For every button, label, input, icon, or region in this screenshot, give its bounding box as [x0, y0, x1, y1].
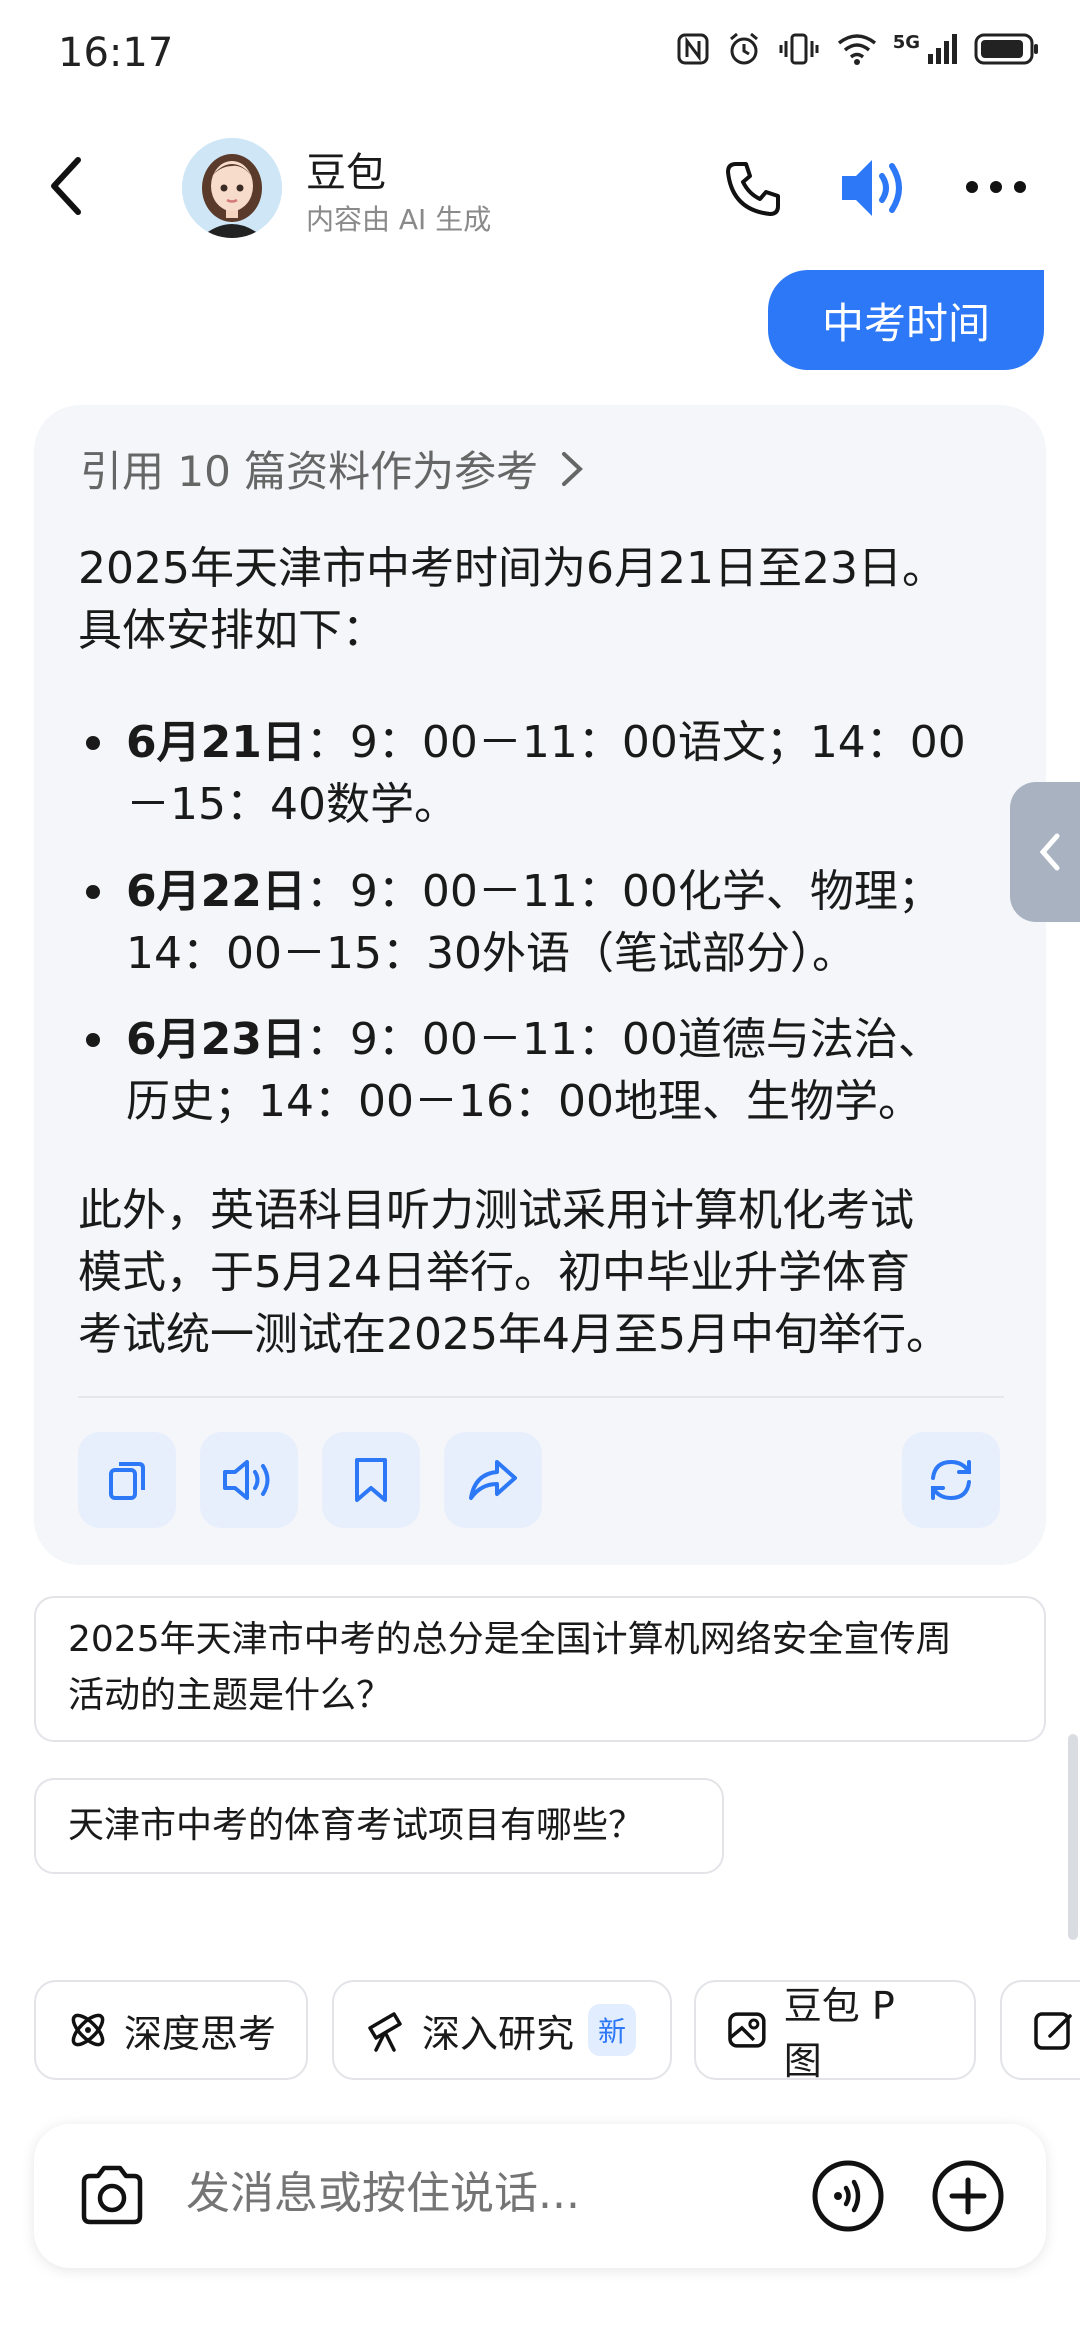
camera-button[interactable]: [78, 2164, 146, 2228]
chevron-left-icon: [1039, 833, 1060, 871]
answer-outro-line-2: 模式，于5月24日举行。初中毕业升学体育: [78, 1247, 910, 1298]
schedule-item-1-date: 6月21日: [126, 717, 306, 768]
speaker-outline-icon: [223, 1460, 270, 1500]
nfc-icon: [677, 33, 709, 65]
bookmark-icon: [355, 1458, 387, 1502]
writing-button[interactable]: [1000, 1980, 1080, 2080]
back-arrow-icon: [51, 157, 81, 215]
phone-icon: [726, 162, 780, 216]
vibrate-icon: [779, 33, 819, 65]
read-aloud-button[interactable]: [200, 1432, 298, 1528]
schedule-item-3-line-2: 历史；14：00－16：00地理、生物学。: [126, 1076, 922, 1127]
schedule-item-2-text-1: ：9：00－11：00化学、物理；: [305, 866, 942, 917]
answer-intro-line-1: 2025年天津市中考时间为6月21日至23日。: [78, 543, 946, 594]
more-icon: [966, 181, 1026, 193]
user-message-bubble[interactable]: 中考时间: [768, 270, 1044, 370]
suggested-question[interactable]: 2025年天津市中考的总分是全国计算机网络安全宣传周 活动的主题是什么？: [34, 1596, 1046, 1742]
suggestion-1-line-2: 活动的主题是什么？: [68, 1675, 393, 1716]
network-type: 5G: [892, 31, 920, 53]
refresh-icon: [931, 1459, 971, 1501]
references-label: 引用 10 篇资料作为参考: [80, 447, 539, 496]
plus-icon: [932, 2160, 1004, 2232]
deep-research-label: 深入研究: [422, 2011, 575, 2056]
image-edit-button[interactable]: 豆包 P 图: [694, 1980, 976, 2083]
regenerate-button[interactable]: [902, 1432, 1000, 1528]
deep-thinking-label: 深度思考: [124, 2011, 277, 2056]
signal-icon: [928, 34, 957, 64]
card-divider: [78, 1396, 1004, 1398]
schedule-item-1-line-1: 6月21日：9：00－11：00语文；14：00: [126, 712, 966, 774]
suggestion-2-line-1: 天津市中考的体育考试项目有哪些？: [68, 1805, 645, 1846]
speaker-icon: [842, 160, 902, 216]
schedule-item-3-line-1: 6月23日：9：00－11：00道德与法治、: [126, 1009, 942, 1071]
add-attachment-button[interactable]: [930, 2158, 1006, 2234]
scrollbar[interactable]: [1068, 1734, 1078, 1940]
more-options-button[interactable]: [964, 172, 1028, 202]
wifi-icon: [837, 34, 876, 65]
message-input[interactable]: [186, 2168, 786, 2219]
status-icons: 5G: [675, 30, 1040, 68]
suggestion-1-line-1: 2025年天津市中考的总分是全国计算机网络安全宣传周: [68, 1619, 952, 1660]
schedule-item-3-text-1: ：9：00－11：00道德与法治、: [305, 1014, 942, 1065]
answer-outro-line-1: 此外，英语科目听力测试采用计算机化考试: [78, 1185, 914, 1236]
suggested-question[interactable]: 天津市中考的体育考试项目有哪些？: [34, 1778, 724, 1874]
back-button[interactable]: [40, 150, 96, 222]
image-edit-icon: [728, 2012, 766, 2048]
schedule-item-2-date: 6月22日: [126, 866, 306, 917]
voice-wave-icon: [812, 2160, 884, 2232]
deep-thinking-button[interactable]: 深度思考: [34, 1980, 308, 2080]
edit-icon: [1034, 2012, 1072, 2050]
references-link[interactable]: 引用 10 篇资料作为参考: [80, 438, 584, 499]
camera-icon: [81, 2165, 143, 2225]
schedule-item-3-date: 6月23日: [126, 1014, 306, 1065]
schedule-item-2-line-1: 6月22日：9：00－11：00化学、物理；: [126, 861, 942, 923]
copy-button[interactable]: [78, 1432, 176, 1528]
schedule-item-1-text-1: ：9：00－11：00语文；14：00: [305, 717, 966, 768]
bullet-dot: [86, 736, 100, 750]
copy-icon: [109, 1462, 145, 1500]
answer-outro-line-3: 考试统一测试在2025年4月至5月中旬举行。: [78, 1309, 950, 1360]
answer-intro-line-2: 具体安排如下：: [78, 605, 386, 656]
read-aloud-toggle[interactable]: [836, 152, 912, 224]
side-panel-handle[interactable]: [1010, 782, 1080, 922]
battery-icon: [974, 33, 1038, 65]
voice-call-button[interactable]: [810, 2158, 886, 2234]
telescope-icon: [368, 2012, 402, 2052]
deep-research-button[interactable]: 深入研究 新: [332, 1980, 672, 2080]
chevron-right-icon: [562, 451, 584, 486]
avatar-image: [182, 138, 282, 238]
share-icon: [469, 1460, 517, 1500]
new-badge: 新: [588, 2004, 637, 2056]
alarm-icon: [729, 32, 758, 65]
share-button[interactable]: [444, 1432, 542, 1528]
image-edit-label: 豆包 P 图: [783, 1984, 895, 2083]
bot-name: 豆包: [306, 150, 386, 196]
bot-avatar[interactable]: [182, 138, 282, 238]
schedule-item-1-line-2: －15：40数学。: [126, 779, 458, 830]
bullet-dot: [86, 1033, 100, 1047]
bullet-dot: [86, 885, 100, 899]
atom-icon: [71, 2013, 105, 2047]
status-time: 16:17: [58, 30, 174, 76]
schedule-item-2-line-2: 14：00－15：30外语（笔试部分）。: [126, 928, 856, 979]
call-button[interactable]: [722, 158, 782, 218]
ai-disclaimer: 内容由 AI 生成: [306, 203, 492, 236]
bookmark-button[interactable]: [322, 1432, 420, 1528]
